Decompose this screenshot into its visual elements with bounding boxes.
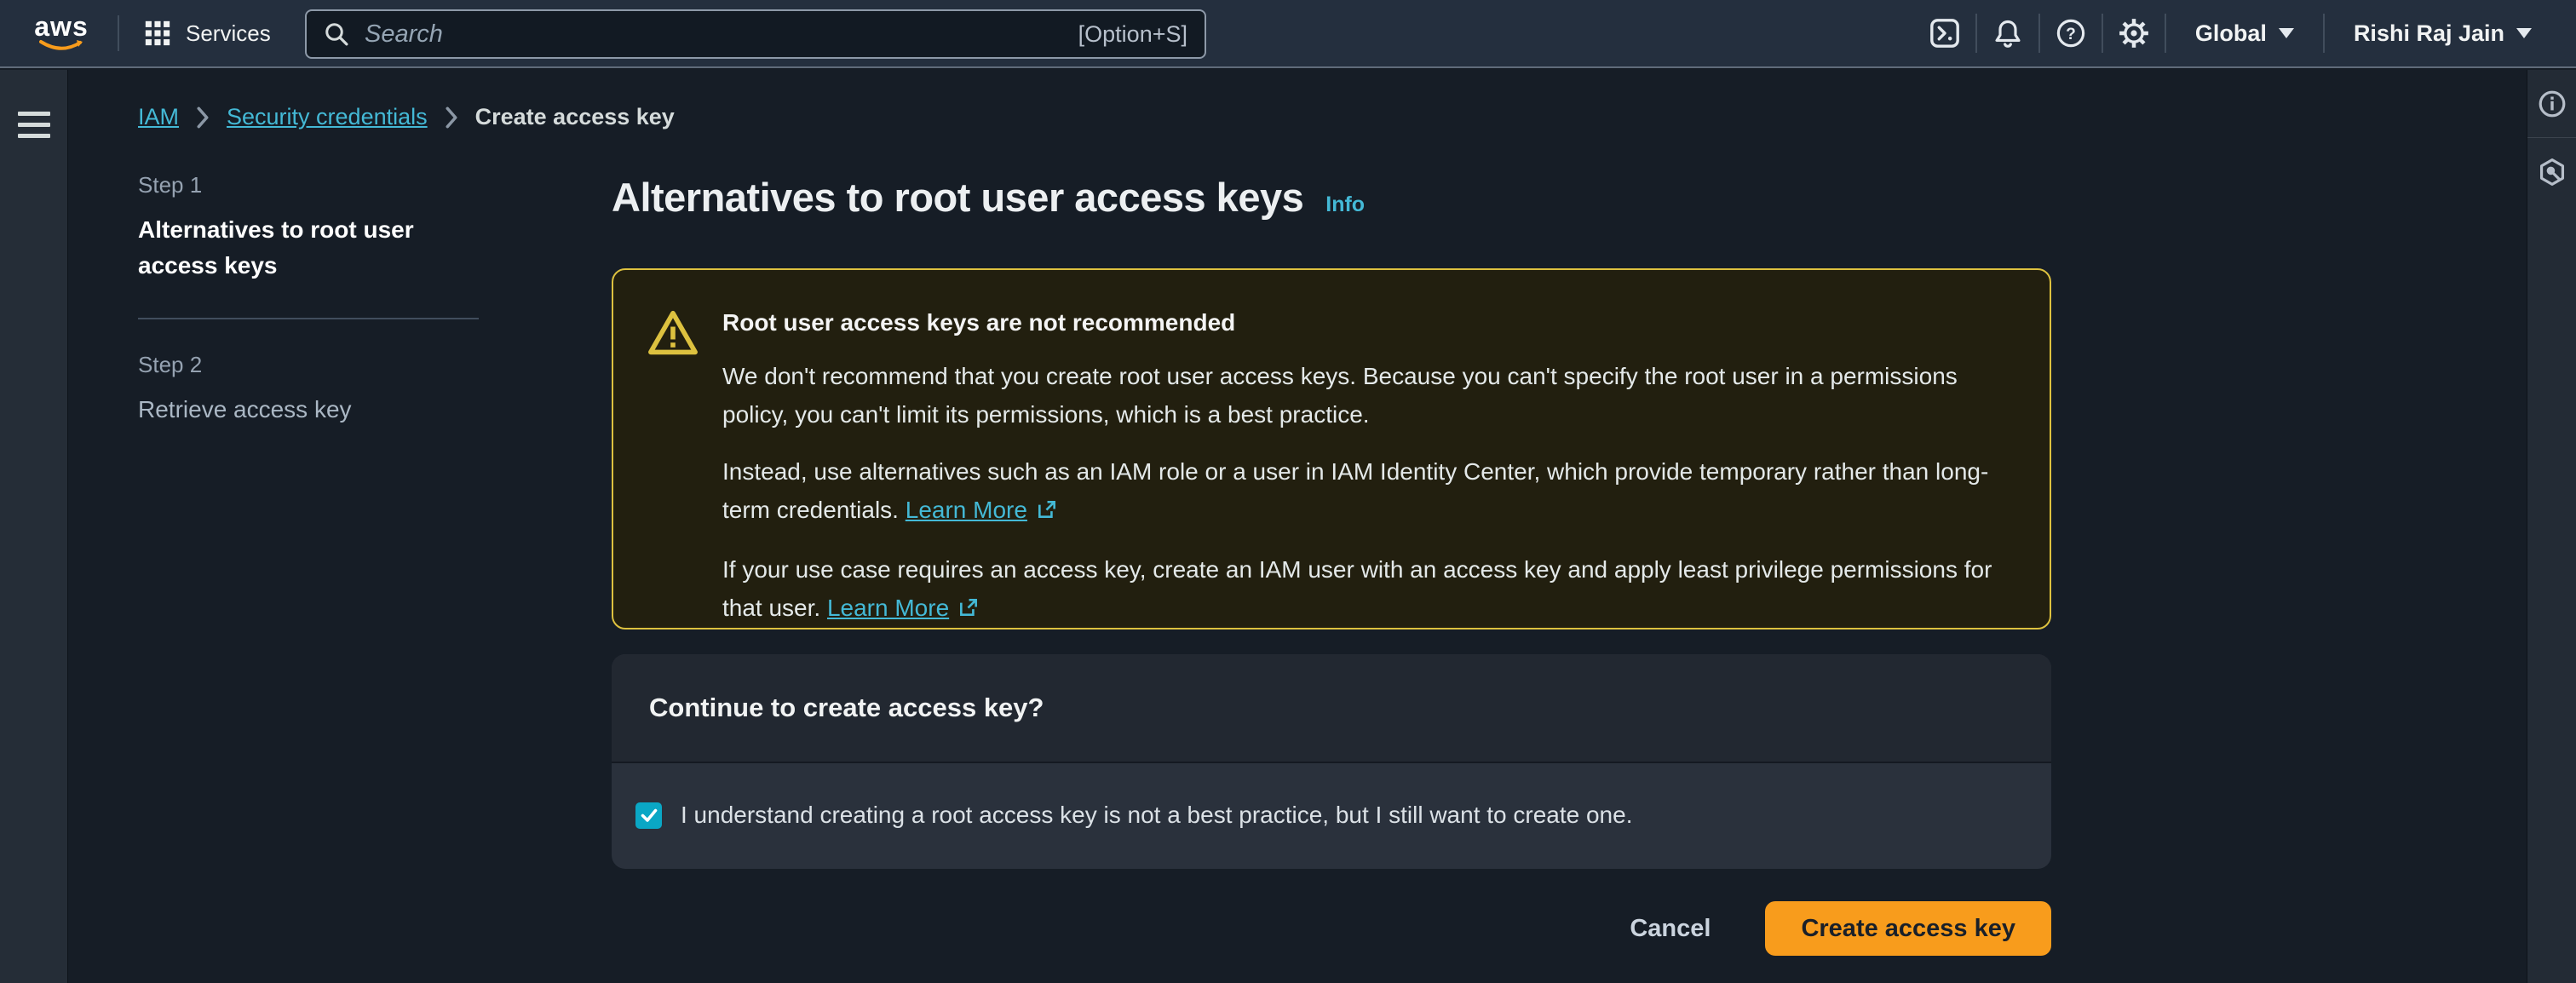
aws-logo-text: aws [34, 14, 88, 39]
breadcrumb-security-credentials-link[interactable]: Security credentials [227, 104, 428, 130]
settings-button[interactable] [2103, 0, 2165, 66]
notifications-button[interactable] [1977, 0, 2038, 66]
acknowledge-checkbox[interactable] [635, 802, 662, 829]
search-shortcut-hint: [Option+S] [1078, 21, 1187, 48]
acknowledge-checkbox-label[interactable]: I understand creating a root access key … [681, 802, 1632, 829]
step-2-label: Step 2 [138, 352, 479, 378]
help-button[interactable]: ? [2040, 0, 2102, 66]
learn-more-label: Learn More [906, 497, 1027, 523]
region-label: Global [2195, 20, 2267, 47]
warning-paragraph-2: Instead, use alternatives such as an IAM… [722, 452, 2015, 532]
info-icon [2538, 89, 2567, 118]
page-header: Alternatives to root user access keys In… [612, 174, 1365, 221]
warning-alert: Root user access keys are not recommende… [612, 268, 2051, 629]
learn-more-link-1[interactable]: Learn More [906, 497, 1058, 523]
breadcrumb: IAM Security credentials Create access k… [138, 104, 675, 130]
warning-triangle-icon [647, 304, 699, 628]
learn-more-label: Learn More [827, 595, 949, 621]
wizard-actions: Cancel Create access key [612, 901, 2051, 956]
hamburger-icon [18, 134, 50, 138]
step-1-title: Alternatives to root user access keys [138, 212, 436, 284]
search-input[interactable] [363, 20, 1065, 49]
services-grid-icon [143, 19, 172, 48]
learn-more-link-2[interactable]: Learn More [827, 595, 980, 621]
region-selector[interactable]: Global [2166, 0, 2323, 66]
account-name-label: Rishi Raj Jain [2354, 20, 2504, 47]
external-link-icon [1036, 493, 1058, 532]
warning-paragraph-3: If your use case requires an access key,… [722, 550, 2015, 629]
svg-text:?: ? [2066, 26, 2076, 43]
page-title: Alternatives to root user access keys [612, 174, 1303, 221]
wizard-step-1: Step 1 Alternatives to root user access … [138, 172, 479, 284]
checkmark-icon [639, 805, 659, 825]
breadcrumb-iam-link[interactable]: IAM [138, 104, 179, 130]
search-icon [324, 21, 349, 47]
services-label: Services [186, 20, 271, 47]
confirm-container: Continue to create access key? I underst… [612, 654, 2051, 869]
cancel-button[interactable]: Cancel [1623, 903, 1717, 955]
aws-logo[interactable]: aws [29, 14, 94, 53]
settings-gear-icon [2119, 18, 2149, 49]
cloudshell-button[interactable] [1914, 0, 1975, 66]
open-navigation-button[interactable] [0, 90, 68, 158]
top-navigation-bar: aws Services [Option+S] [0, 0, 2576, 68]
wizard-step-2: Step 2 Retrieve access key [138, 352, 479, 428]
create-access-key-button[interactable]: Create access key [1765, 901, 2051, 956]
step-divider [138, 318, 479, 319]
breadcrumb-current-page: Create access key [475, 104, 675, 130]
external-link-icon [957, 591, 980, 629]
wizard-step-navigation: Step 1 Alternatives to root user access … [138, 172, 479, 428]
chevron-down-icon [2279, 28, 2294, 38]
chevron-right-icon [445, 106, 458, 129]
help-icon: ? [2056, 18, 2086, 49]
resource-explorer-button[interactable] [2527, 138, 2576, 206]
topbar-divider [118, 15, 119, 51]
chevron-down-icon [2516, 28, 2532, 38]
chevron-right-icon [196, 106, 210, 129]
step-2-title: Retrieve access key [138, 392, 479, 428]
confirm-title: Continue to create access key? [649, 693, 1044, 723]
tools-side-rail [2527, 70, 2576, 983]
global-search[interactable]: [Option+S] [305, 9, 1206, 59]
hamburger-icon [18, 112, 50, 116]
hamburger-icon [18, 123, 50, 127]
info-panel-button[interactable] [2527, 70, 2576, 138]
collapsed-side-navigation [0, 70, 68, 983]
account-menu[interactable]: Rishi Raj Jain [2325, 0, 2561, 66]
warning-alert-content: Root user access keys are not recommende… [722, 304, 2015, 628]
services-menu-button[interactable]: Services [143, 19, 271, 48]
aws-smile-icon [39, 39, 83, 53]
step-1-label: Step 1 [138, 172, 479, 198]
cloudshell-terminal-icon [1929, 18, 1960, 49]
confirm-container-body: I understand creating a root access key … [612, 763, 2051, 867]
notifications-bell-icon [1992, 18, 2023, 49]
resource-hexagon-icon [2538, 158, 2567, 187]
topbar-right-controls: ? Global Rish [1914, 0, 2561, 66]
confirm-container-header: Continue to create access key? [612, 654, 2051, 763]
info-link[interactable]: Info [1325, 193, 1365, 217]
warning-paragraph-1: We don't recommend that you create root … [722, 357, 2015, 434]
warning-title: Root user access keys are not recommende… [722, 309, 2015, 336]
